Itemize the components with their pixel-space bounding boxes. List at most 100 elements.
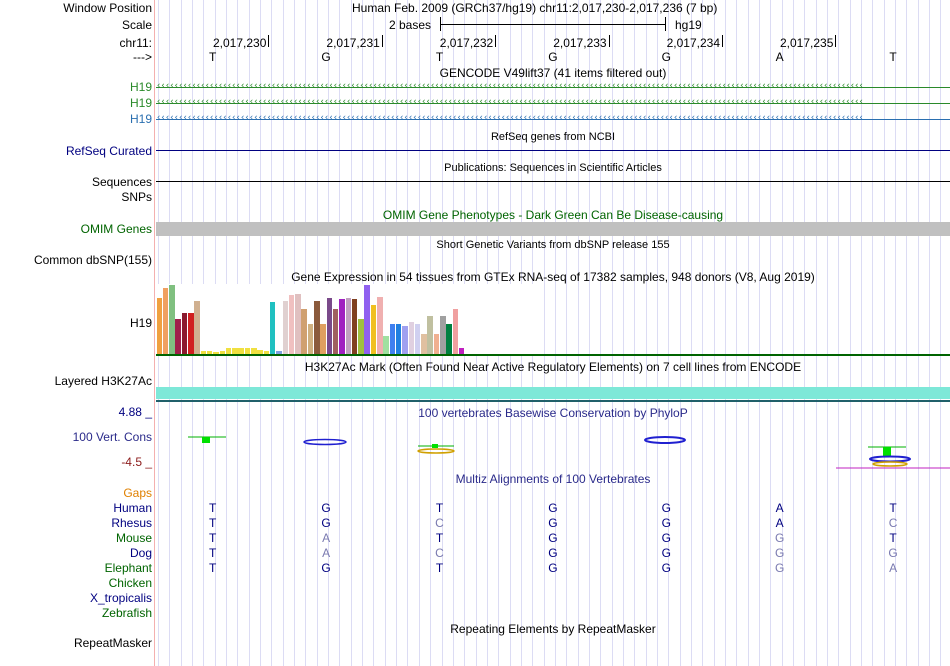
gtex-bar[interactable] xyxy=(156,298,162,354)
ruler-tick-label: 2,017,232 xyxy=(439,36,494,50)
gtex-bar[interactable] xyxy=(181,313,188,354)
multiz-species-label[interactable]: Human xyxy=(113,501,152,515)
publications-track-label[interactable]: Sequences xyxy=(92,175,152,189)
multiz-base: A xyxy=(775,501,784,515)
ruler-tick-label: 2,017,234 xyxy=(666,36,720,50)
multiz-species-label[interactable]: Elephant xyxy=(105,561,152,575)
gtex-bar[interactable] xyxy=(446,323,452,354)
gtex-bar[interactable] xyxy=(162,288,169,354)
refseq-line[interactable] xyxy=(156,150,950,151)
multiz-gaps-label[interactable]: Gaps xyxy=(123,486,152,500)
gtex-bar[interactable] xyxy=(414,323,421,354)
ruler-tick-label: 2,017,230 xyxy=(213,36,267,50)
h3k27ac-signal[interactable] xyxy=(156,387,950,399)
publications-line[interactable] xyxy=(156,181,950,182)
cons-mark-1 xyxy=(202,437,210,443)
multiz-species-label[interactable]: X_tropicalis xyxy=(90,591,152,605)
gencode-track-title[interactable]: GENCODE V49lift37 (41 items filtered out… xyxy=(156,66,950,80)
gtex-bar[interactable] xyxy=(351,299,358,354)
gtex-bar-chart[interactable] xyxy=(156,284,536,354)
gencode-gene-label[interactable]: H19 xyxy=(130,80,152,94)
multiz-base: G xyxy=(775,561,785,575)
gtex-bar[interactable] xyxy=(307,323,314,354)
gtex-bar[interactable] xyxy=(427,316,433,354)
multiz-base: T xyxy=(889,501,897,515)
multiz-base: G xyxy=(888,546,898,560)
gencode-gene-axis xyxy=(156,103,950,104)
multiz-base: G xyxy=(548,531,558,545)
gtex-bar[interactable] xyxy=(288,295,295,354)
gtex-bar[interactable] xyxy=(433,333,440,354)
gtex-bar[interactable] xyxy=(314,300,320,354)
gencode-gene-label[interactable]: H19 xyxy=(130,112,152,126)
publications-track-title[interactable]: Publications: Sequences in Scientific Ar… xyxy=(156,161,950,175)
scale-value: 2 bases xyxy=(389,18,432,32)
gtex-bar[interactable] xyxy=(301,309,307,354)
multiz-base: A xyxy=(322,546,331,560)
ruler-tick xyxy=(495,35,497,47)
multiz-species-label[interactable]: Rhesus xyxy=(111,516,152,530)
gtex-bar[interactable] xyxy=(320,323,326,354)
gtex-bar[interactable] xyxy=(295,293,301,354)
refseq-track-label[interactable]: RefSeq Curated xyxy=(66,144,152,158)
gtex-bar[interactable] xyxy=(408,321,414,354)
multiz-species-label[interactable]: Dog xyxy=(130,546,152,560)
multiz-base: G xyxy=(548,546,558,560)
multiz-base: G xyxy=(548,501,558,515)
multiz-base: C xyxy=(888,516,898,530)
h3k27ac-track-label[interactable]: Layered H3K27Ac xyxy=(55,374,152,388)
gtex-bar[interactable] xyxy=(452,309,459,354)
gtex-bar[interactable] xyxy=(282,300,288,354)
gtex-bar[interactable] xyxy=(370,305,377,354)
gencode-gene-axis xyxy=(156,87,950,88)
dbsnp-track-title[interactable]: Short Genetic Variants from dbSNP releas… xyxy=(156,238,950,252)
gtex-bar[interactable] xyxy=(339,299,345,354)
repeatmasker-track-title[interactable]: Repeating Elements by RepeatMasker xyxy=(156,622,950,636)
gtex-bar[interactable] xyxy=(377,296,383,354)
dbsnp-track-label[interactable]: Common dbSNP(155) xyxy=(34,253,152,267)
gencode-gene-label[interactable]: H19 xyxy=(130,96,152,110)
gtex-bar[interactable] xyxy=(175,319,181,354)
gtex-bar[interactable] xyxy=(326,298,333,354)
cons-track-title[interactable]: 100 vertebrates Basewise Conservation by… xyxy=(156,406,950,420)
snps-track-label[interactable]: SNPs xyxy=(121,190,152,204)
gtex-bar[interactable] xyxy=(188,313,194,354)
multiz-base: T xyxy=(209,516,217,530)
gtex-track-label[interactable]: H19 xyxy=(130,316,152,330)
gtex-bar[interactable] xyxy=(402,326,408,354)
gtex-bar[interactable] xyxy=(358,319,364,354)
omim-bar[interactable] xyxy=(156,222,950,236)
window-position-label: Window Position xyxy=(63,1,152,15)
omim-track-title[interactable]: OMIM Gene Phenotypes - Dark Green Can Be… xyxy=(156,208,950,222)
gtex-bar[interactable] xyxy=(383,335,389,354)
gtex-bar[interactable] xyxy=(364,285,370,354)
gtex-track-title[interactable]: Gene Expression in 54 tissues from GTEx … xyxy=(156,270,950,284)
repeatmasker-track-label[interactable]: RepeatMasker xyxy=(74,636,152,650)
gtex-bar[interactable] xyxy=(194,300,200,354)
omim-track-label[interactable]: OMIM Genes xyxy=(81,222,152,236)
refseq-track-title[interactable]: RefSeq genes from NCBI xyxy=(156,130,950,144)
cons-mark-7b xyxy=(869,455,911,463)
gtex-bar[interactable] xyxy=(389,323,396,354)
multiz-base: G xyxy=(661,501,671,515)
multiz-track-title[interactable]: Multiz Alignments of 100 Vertebrates xyxy=(156,472,950,486)
label-separator xyxy=(154,0,155,666)
gtex-bar[interactable] xyxy=(169,285,175,354)
cons-track-label[interactable]: 100 Vert. Cons xyxy=(73,430,152,444)
ruler-tick xyxy=(835,35,837,47)
multiz-base: G xyxy=(321,501,331,515)
gtex-bar[interactable] xyxy=(332,309,339,354)
gtex-bar[interactable] xyxy=(440,316,446,354)
multiz-base: T xyxy=(209,531,217,545)
multiz-species-label[interactable]: Mouse xyxy=(116,531,152,545)
multiz-species-label[interactable]: Chicken xyxy=(109,576,152,590)
gtex-bar[interactable] xyxy=(269,302,276,354)
gtex-bar[interactable] xyxy=(421,333,427,354)
multiz-base: A xyxy=(889,561,898,575)
conservation-logo[interactable] xyxy=(156,420,950,472)
gtex-bar[interactable] xyxy=(345,298,351,354)
multiz-base: T xyxy=(209,501,217,515)
h3k27ac-track-title[interactable]: H3K27Ac Mark (Often Found Near Active Re… xyxy=(156,360,950,374)
multiz-species-label[interactable]: Zebrafish xyxy=(102,606,152,620)
gtex-bar[interactable] xyxy=(395,323,402,354)
